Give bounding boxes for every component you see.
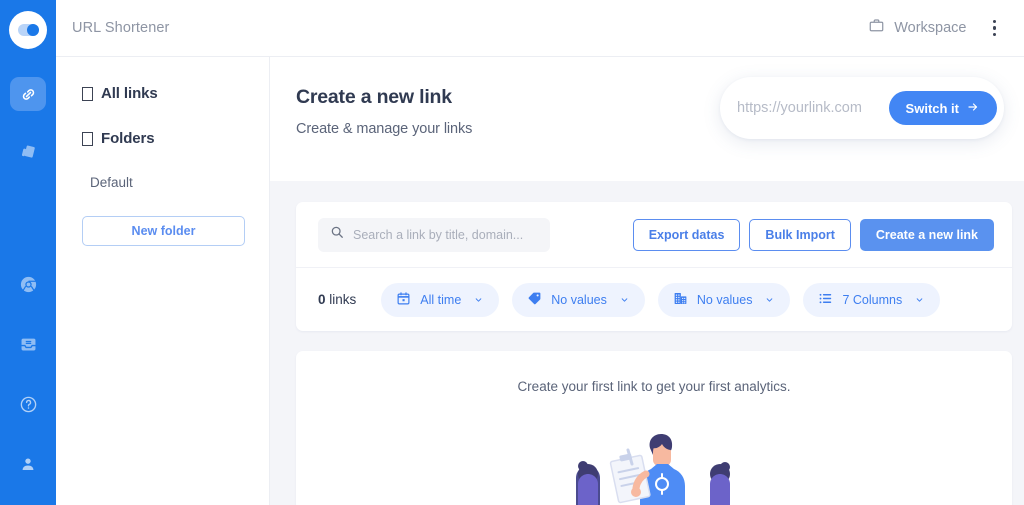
links-main: Create a new link Create & manage your l…: [270, 57, 1024, 505]
create-new-link-button[interactable]: Create a new link: [859, 218, 994, 251]
links-count: 0 links: [318, 292, 356, 307]
switch-it-button[interactable]: Switch it: [888, 91, 997, 125]
account-icon: [19, 455, 37, 473]
arrow-right-icon: [966, 101, 980, 116]
people-with-clipboard-illustration: [554, 422, 754, 505]
filter-chip-columns[interactable]: 7 Columns: [803, 282, 941, 317]
building-icon: [673, 291, 688, 309]
sidebar-item-folders[interactable]: Folders: [82, 130, 245, 147]
toolbar-actions: Export datas Bulk Import Create a new li…: [632, 218, 994, 251]
chevron-down-icon: [914, 293, 925, 307]
links-scroll-area: Export datas Bulk Import Create a new li…: [270, 181, 1024, 505]
inbox-icon: [19, 335, 38, 354]
folders-icon: [82, 131, 93, 146]
bulk-import-button[interactable]: Bulk Import: [749, 218, 851, 251]
links-count-label: links: [329, 292, 357, 307]
folders-sidebar: All links Folders Default New folder: [56, 57, 270, 505]
links-toolbar: Export datas Bulk Import Create a new li…: [296, 202, 1012, 268]
help-icon: [19, 395, 38, 414]
filter-chip-tags[interactable]: No values: [512, 282, 645, 317]
search-input[interactable]: [353, 227, 538, 242]
chevron-down-icon: [764, 293, 775, 307]
rail-item-browser-extension[interactable]: [10, 267, 46, 301]
filter-chip-columns-label: 7 Columns: [842, 292, 903, 307]
briefcase-icon: [868, 17, 885, 39]
hero-section: Create a new link Create & manage your l…: [270, 57, 1024, 181]
content-body: All links Folders Default New folder Cre…: [56, 57, 1024, 505]
quick-shorten-card: Switch it: [720, 77, 1004, 139]
page-title: URL Shortener: [72, 20, 170, 36]
kebab-menu-icon[interactable]: [987, 17, 1003, 40]
topbar-actions: Workspace: [868, 17, 1002, 40]
rail-item-inbox[interactable]: [10, 327, 46, 361]
filter-chip-date-label: All time: [420, 292, 462, 307]
export-datas-button[interactable]: Export datas: [632, 218, 741, 251]
link-icon: [19, 85, 38, 104]
app-root: URL Shortener Workspace All links Folder…: [0, 0, 1024, 505]
search-icon: [330, 225, 344, 244]
all-links-label: All links: [101, 85, 158, 102]
rail-item-help[interactable]: [10, 387, 46, 421]
tag-icon: [527, 291, 542, 309]
chevron-down-icon: [619, 293, 630, 307]
folder-item-default[interactable]: Default: [82, 175, 245, 190]
folders-label: Folders: [101, 130, 155, 147]
icon-rail: [0, 0, 56, 505]
app-logo[interactable]: [9, 11, 47, 49]
toggle-logo-icon: [17, 24, 39, 36]
empty-state-message: Create your first link to get your first…: [517, 379, 791, 394]
links-panel: Export datas Bulk Import Create a new li…: [296, 202, 1012, 331]
main-column: URL Shortener Workspace All links Folder…: [56, 0, 1024, 505]
rail-item-account[interactable]: [10, 447, 46, 481]
url-input[interactable]: [737, 100, 889, 116]
search-box[interactable]: [318, 217, 550, 252]
chevron-down-icon: [473, 293, 484, 307]
all-links-icon: [82, 86, 93, 101]
workspace-selector[interactable]: Workspace: [868, 17, 967, 39]
cards-icon: [18, 142, 38, 162]
filter-bar: 0 links All time No values No values 7 C…: [296, 268, 1012, 331]
rail-item-cards[interactable]: [10, 135, 46, 169]
filter-chip-domain-label: No values: [696, 292, 753, 307]
links-count-value: 0: [318, 292, 326, 307]
workspace-label: Workspace: [894, 20, 967, 36]
topbar: URL Shortener Workspace: [56, 0, 1024, 57]
columns-list-icon: [818, 291, 833, 309]
switch-it-label: Switch it: [905, 100, 959, 116]
calendar-icon: [396, 291, 411, 309]
new-folder-button[interactable]: New folder: [82, 216, 245, 246]
filter-chip-tags-label: No values: [551, 292, 607, 307]
chrome-icon: [19, 275, 38, 294]
sidebar-item-all-links[interactable]: All links: [82, 85, 245, 102]
rail-item-links[interactable]: [10, 77, 46, 111]
empty-state-panel: Create your first link to get your first…: [296, 351, 1012, 505]
filter-chip-domain[interactable]: No values: [657, 282, 791, 317]
filter-chip-date[interactable]: All time: [381, 282, 500, 317]
